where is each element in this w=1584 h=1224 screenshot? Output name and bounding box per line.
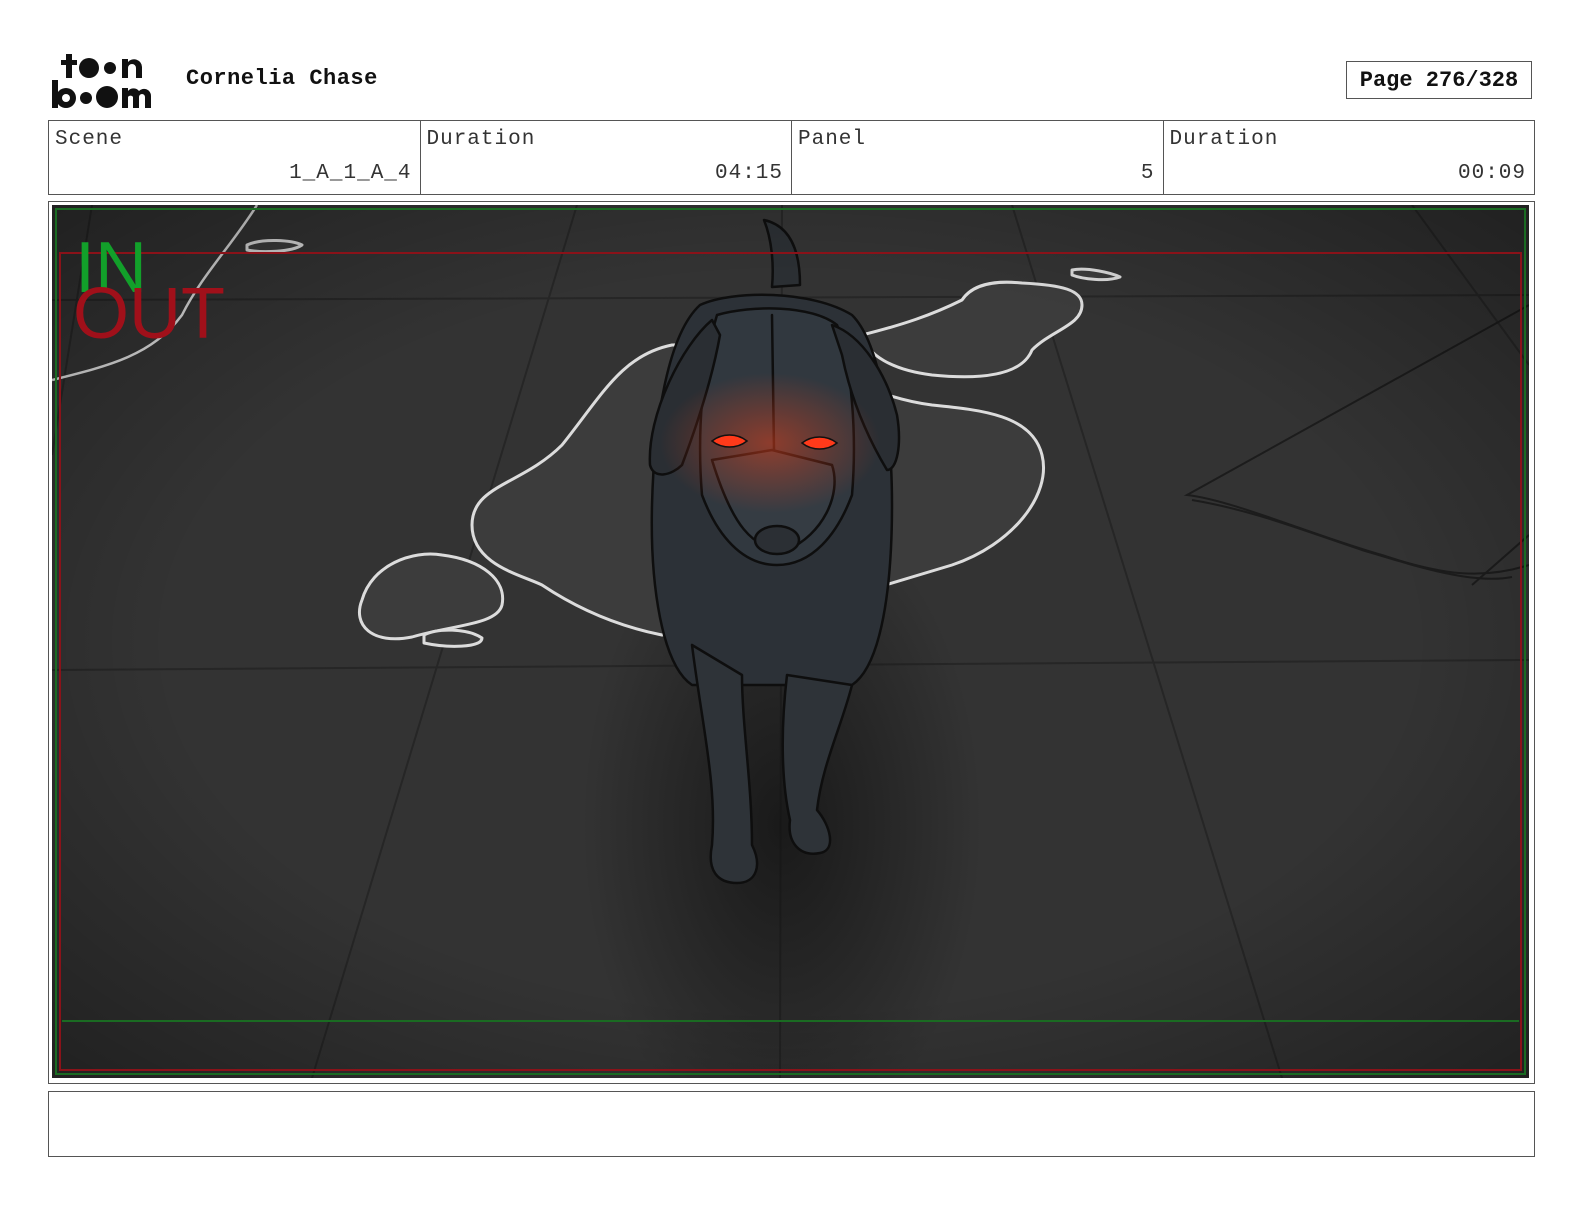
scene-duration-cell: Duration 04:15: [421, 121, 792, 194]
scene-cell: Scene 1_A_1_A_4: [49, 121, 421, 194]
toon-boom-logo: [52, 54, 152, 108]
scene-value: 1_A_1_A_4: [289, 162, 412, 185]
out-marker: OUT: [73, 274, 225, 354]
panel-duration-value: 00:09: [1457, 162, 1526, 185]
scene-info-table: Scene 1_A_1_A_4 Duration 04:15 Panel 5 D…: [48, 120, 1535, 195]
panel-value: 5: [1140, 162, 1155, 185]
scene-duration-value: 04:15: [714, 162, 783, 185]
panel-label: Panel: [798, 128, 867, 151]
scene-duration-label: Duration: [426, 128, 536, 151]
panel-cell: Panel 5: [792, 121, 1164, 194]
panel-duration-label: Duration: [1169, 128, 1279, 151]
page-number: Page 276/328: [1346, 61, 1532, 99]
project-title: Cornelia Chase: [186, 66, 378, 91]
panel-duration-cell: Duration 00:09: [1164, 121, 1535, 194]
panel-notes: [48, 1091, 1535, 1157]
scene-label: Scene: [55, 128, 124, 151]
storyboard-panel: IN OUT: [48, 201, 1535, 1084]
panel-drawing: [52, 205, 1529, 1078]
